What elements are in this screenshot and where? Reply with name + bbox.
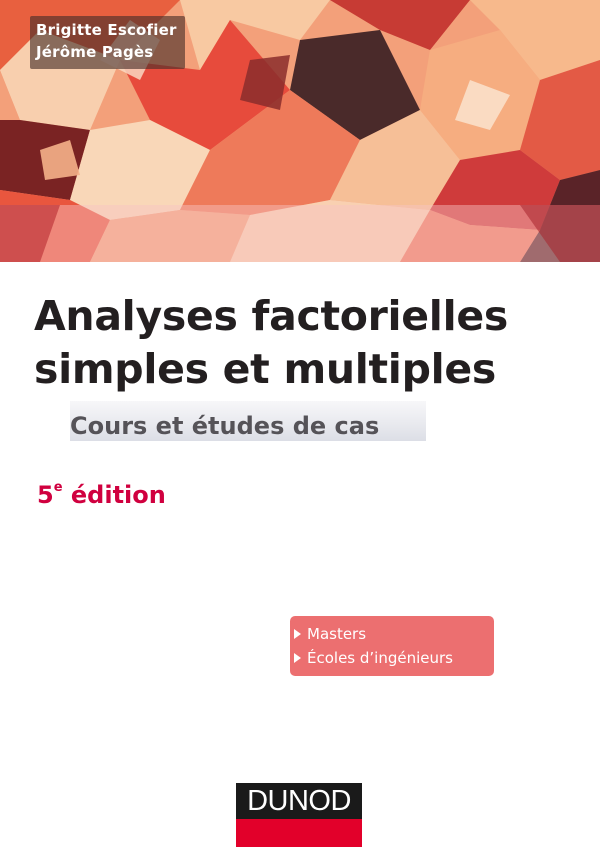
- audience-item: Écoles d’ingénieurs: [290, 648, 453, 668]
- edition-label: 5e édition: [37, 476, 166, 510]
- author-name-2: Jérôme Pagès: [36, 43, 154, 61]
- audience-label: Écoles d’ingénieurs: [307, 649, 453, 667]
- audience-box: Masters Écoles d’ingénieurs: [290, 616, 494, 676]
- book-title: Analyses factorielles simples et multipl…: [34, 290, 574, 396]
- publisher-logo: DUNOD: [236, 783, 362, 847]
- edition-text: édition: [70, 481, 166, 509]
- publisher-logo-bar: [236, 819, 362, 847]
- title-line-2: simples et multiples: [34, 345, 496, 393]
- audience-label: Masters: [307, 625, 367, 643]
- publisher-name: DUNOD: [236, 783, 362, 819]
- title-line-1: Analyses factorielles: [34, 292, 508, 340]
- author-label: Brigitte Escofier Jérôme Pagès: [30, 16, 185, 69]
- edition-suffix: e: [53, 480, 63, 495]
- audience-item: Masters: [290, 624, 366, 644]
- bullet-arrow-icon: [294, 629, 301, 639]
- bullet-arrow-icon: [294, 653, 301, 663]
- author-name-1: Brigitte Escofier: [36, 21, 177, 39]
- edition-number: 5: [37, 481, 54, 509]
- book-subtitle: Cours et études de cas: [70, 412, 380, 440]
